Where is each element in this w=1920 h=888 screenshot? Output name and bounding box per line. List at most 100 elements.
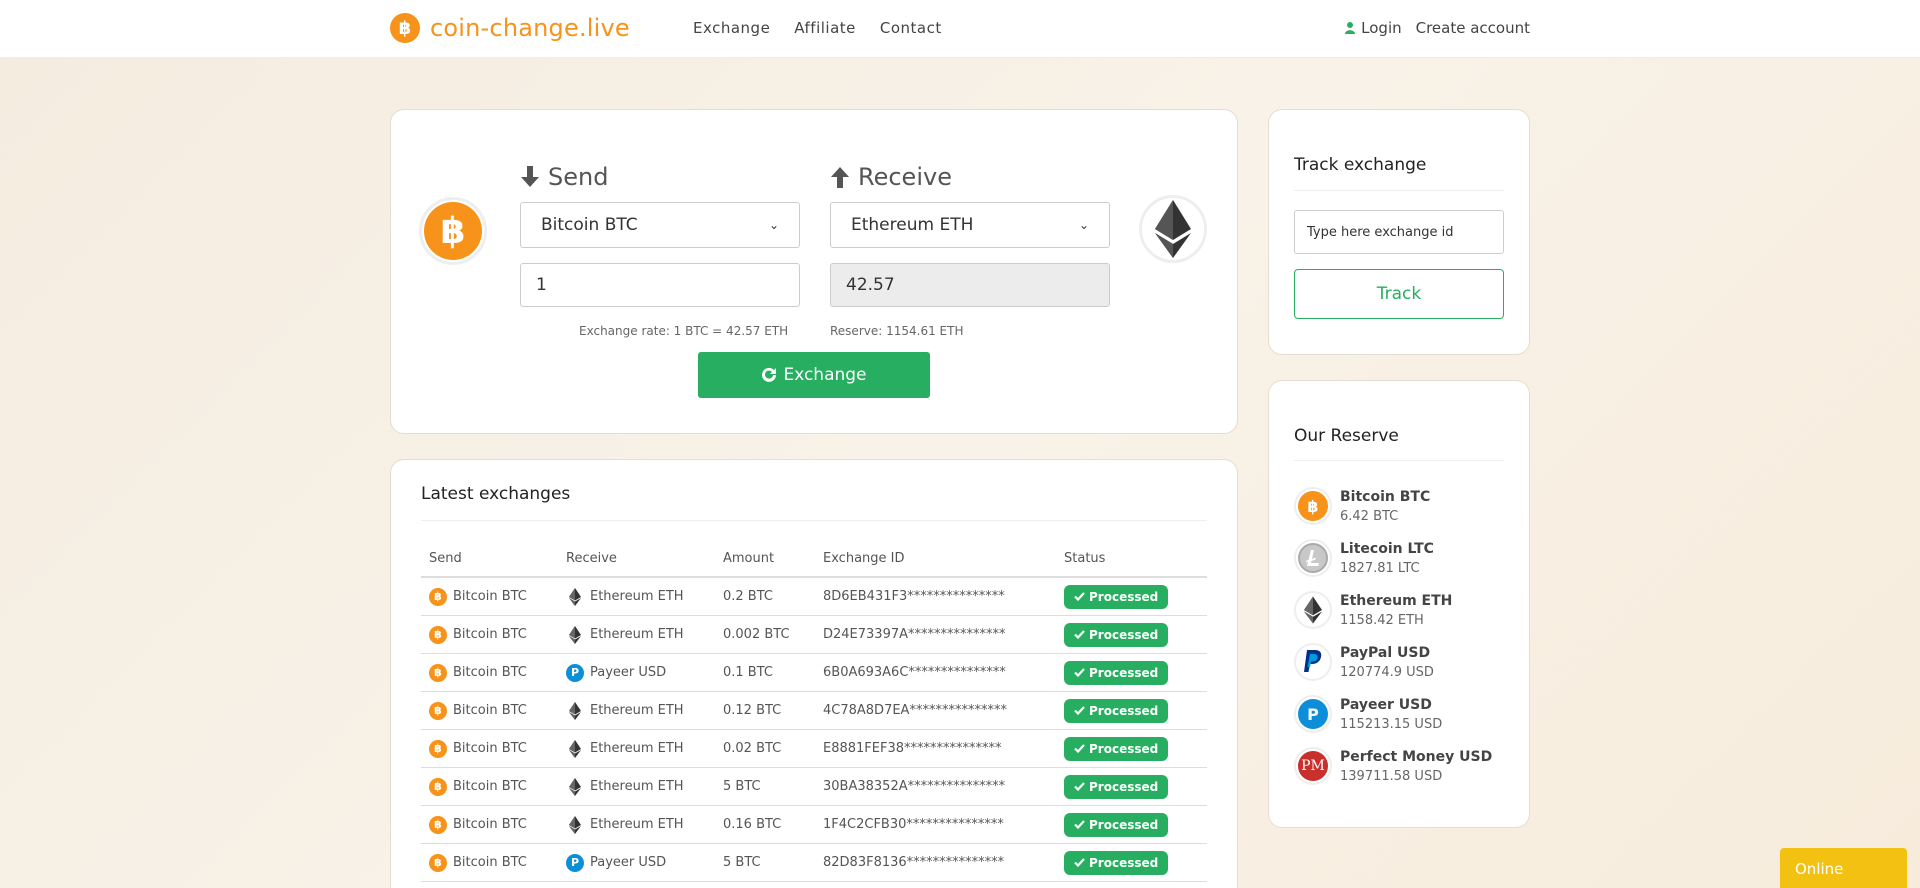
status-label: Processed <box>1089 855 1159 870</box>
latest-exchanges-card: Latest exchanges Send Receive Amount Exc… <box>390 459 1238 888</box>
reserve-name: Perfect Money USD <box>1340 748 1493 765</box>
cell-receive-label: Ethereum ETH <box>590 589 684 604</box>
col-amount: Amount <box>723 550 775 566</box>
bitcoin-icon: ฿ <box>424 202 482 260</box>
cell-send-label: Bitcoin BTC <box>453 703 527 718</box>
auth-links: Login Create account <box>1345 19 1530 37</box>
cell-exchange-id: 8D6EB431F3*************** <box>823 589 1005 604</box>
exchange-rate-text: Exchange rate: 1 BTC = 42.57 ETH <box>579 324 789 338</box>
status-label: Processed <box>1089 741 1159 756</box>
status-label: Processed <box>1089 627 1159 642</box>
cell-amount: 0.12 BTC <box>723 703 782 718</box>
latest-exchanges-table: Send Receive Amount Exchange ID Status ฿… <box>421 540 1207 882</box>
reserve-amount: 1158.42 ETH <box>1340 612 1424 628</box>
cell-amount: 0.2 BTC <box>723 589 773 604</box>
cell-exchange-id: 4C78A8D7EA*************** <box>823 703 1007 718</box>
cell-status: Processed <box>1056 660 1207 685</box>
receive-heading: Receive <box>830 163 952 191</box>
reserve-text: PayPal USD 120774.9 USD <box>1340 645 1434 680</box>
reserve-item: Ethereum ETH 1158.42 ETH <box>1294 584 1492 636</box>
nav-contact[interactable]: Contact <box>880 19 942 37</box>
litecoin-icon <box>1298 543 1328 573</box>
ethereum-icon <box>566 739 584 758</box>
divider <box>1294 190 1504 191</box>
reserve-text: Payeer USD 115213.15 USD <box>1340 697 1442 732</box>
reserve-icon-frame <box>1294 591 1332 629</box>
exchange-id-input[interactable]: Type here exchange id <box>1294 210 1504 254</box>
cell-status: Processed <box>1056 736 1207 761</box>
login-link[interactable]: Login <box>1345 19 1402 37</box>
cell-status: Processed <box>1056 774 1207 799</box>
bitcoin-icon: ฿ <box>429 853 447 872</box>
check-icon <box>1074 782 1085 791</box>
bitcoin-icon: ฿ <box>429 625 447 644</box>
check-icon <box>1074 668 1085 677</box>
send-coin-logo: ฿ <box>419 197 487 265</box>
chevron-down-icon: ⌄ <box>768 218 779 232</box>
cell-receive: Ethereum ETH <box>558 701 715 720</box>
cell-status: Processed <box>1056 584 1207 609</box>
send-amount-input[interactable]: 1 <box>520 263 800 307</box>
status-label: Processed <box>1089 817 1159 832</box>
cell-send: ฿ Bitcoin BTC <box>421 625 558 644</box>
table-row: ฿ Bitcoin BTC P Payeer USD 0.1 BTC 6B0A693A6C… <box>421 654 1207 692</box>
cell-status: Processed <box>1056 850 1207 875</box>
status-badge: Processed <box>1064 812 1169 837</box>
paypal-icon <box>1298 647 1328 677</box>
cell-amount: 5 BTC <box>723 855 761 870</box>
ethereum-icon <box>1155 200 1191 258</box>
cell-receive-label: Ethereum ETH <box>590 627 684 642</box>
cell-send: ฿ Bitcoin BTC <box>421 739 558 758</box>
cell-send: ฿ Bitcoin BTC <box>421 815 558 834</box>
reserve-amount: 115213.15 USD <box>1340 716 1443 732</box>
ethereum-icon <box>566 625 584 644</box>
perfect-money-icon: PM <box>1298 751 1328 781</box>
status-badge: Processed <box>1064 774 1169 799</box>
table-header: Send Receive Amount Exchange ID Status <box>421 540 1207 578</box>
top-header: ฿ coin-change.live Exchange Affiliate Co… <box>0 0 1920 58</box>
cell-receive-label: Payeer USD <box>590 855 667 870</box>
reserve-icon-frame <box>1294 539 1332 577</box>
receive-currency-select[interactable]: Ethereum ETH ⌄ <box>830 202 1110 248</box>
col-receive: Receive <box>566 550 617 566</box>
payeer-icon: P <box>1298 699 1328 729</box>
check-icon <box>1074 706 1085 715</box>
table-row: ฿ Bitcoin BTC Ethereum ETH 0.002 BTC D24E733… <box>421 616 1207 654</box>
reserve-item: PayPal USD 120774.9 USD <box>1294 636 1492 688</box>
reserve-icon-frame: P <box>1294 695 1332 733</box>
cell-receive-label: Ethereum ETH <box>590 779 684 794</box>
payeer-icon: P <box>566 853 584 872</box>
create-account-link[interactable]: Create account <box>1416 19 1530 37</box>
nav-affiliate[interactable]: Affiliate <box>794 19 856 37</box>
status-badge: Processed <box>1064 660 1169 685</box>
cell-send-label: Bitcoin BTC <box>453 665 527 680</box>
receive-coin-logo <box>1139 195 1207 263</box>
status-label: Processed <box>1089 589 1159 604</box>
nav-exchange[interactable]: Exchange <box>693 19 770 37</box>
online-chat-tab[interactable]: Online <box>1780 848 1907 888</box>
reserve-amount: 139711.58 USD <box>1340 768 1443 784</box>
bitcoin-icon: ฿ <box>429 587 447 606</box>
site-logo[interactable]: ฿ coin-change.live <box>390 13 630 43</box>
cell-receive: Ethereum ETH <box>558 739 715 758</box>
track-exchange-card: Track exchange Type here exchange id Tra… <box>1268 109 1530 355</box>
track-button[interactable]: Track <box>1294 269 1504 319</box>
check-icon <box>1074 592 1085 601</box>
cell-amount: 0.02 BTC <box>723 741 782 756</box>
exchange-button[interactable]: Exchange <box>698 352 930 398</box>
cell-send: ฿ Bitcoin BTC <box>421 663 558 682</box>
reserve-name: Payeer USD <box>1340 696 1432 713</box>
cell-receive: Ethereum ETH <box>558 587 715 606</box>
col-status: Status <box>1064 550 1106 566</box>
reserve-icon-frame: PM <box>1294 747 1332 785</box>
reserve-item: PM Perfect Money USD 139711.58 USD <box>1294 740 1492 792</box>
cell-amount: 5 BTC <box>723 779 761 794</box>
arrow-up-icon <box>831 167 849 188</box>
reserve-amount: 6.42 BTC <box>1340 508 1399 524</box>
reserve-list: ฿ Bitcoin BTC 6.42 BTC Litecoin LTC 1827.81 … <box>1294 480 1492 792</box>
cell-send-label: Bitcoin BTC <box>453 741 527 756</box>
send-currency-select[interactable]: Bitcoin BTC ⌄ <box>520 202 800 248</box>
track-exchange-title: Track exchange <box>1294 155 1427 175</box>
send-currency-value: Bitcoin BTC <box>541 215 638 235</box>
reserve-item: Litecoin LTC 1827.81 LTC <box>1294 532 1492 584</box>
